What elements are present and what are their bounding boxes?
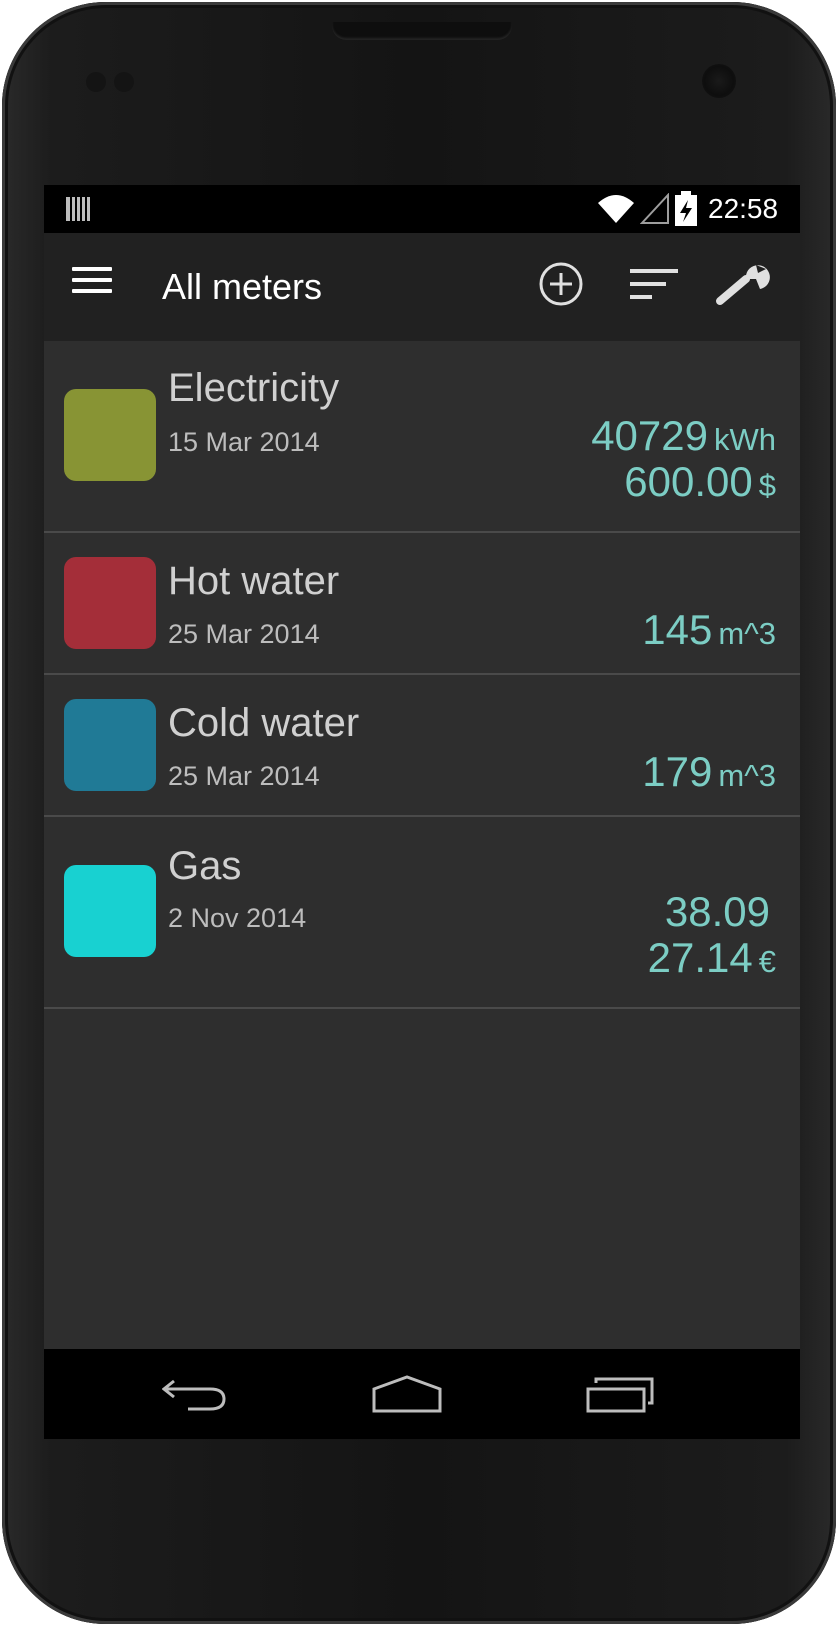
action-bar: All meters — [44, 233, 800, 341]
meter-color-swatch — [64, 699, 156, 791]
cost-value: 27.14 — [647, 934, 753, 981]
page-title: All meters — [162, 266, 323, 307]
reading-value: 145 — [642, 606, 713, 653]
sort-icon[interactable] — [628, 265, 680, 305]
meter-date: 25 Mar 2014 — [168, 761, 320, 791]
reading-unit: m^3 — [718, 758, 776, 793]
meter-color-swatch — [64, 389, 156, 481]
earpiece-speaker — [332, 22, 512, 40]
cost-unit: $ — [758, 468, 776, 503]
meter-date: 25 Mar 2014 — [168, 619, 320, 649]
meter-row-cold-water[interactable]: Cold water 25 Mar 2014 179 m^3 — [44, 675, 800, 817]
meter-list: Electricity 15 Mar 2014 40729 kWh 600.00 $… — [44, 341, 800, 1009]
meter-reading: 40729 kWh — [591, 413, 776, 463]
meter-date: 2 Nov 2014 — [168, 903, 307, 933]
signal-icon — [640, 193, 669, 224]
cost-value: 600.00 — [624, 458, 753, 505]
home-icon[interactable] — [371, 1373, 443, 1415]
meter-row-gas[interactable]: Gas 2 Nov 2014 38.09 27.14 € — [44, 817, 800, 1009]
clock: 22:58 — [708, 193, 779, 224]
cost-unit: € — [758, 944, 776, 979]
meter-color-swatch — [64, 557, 156, 649]
meter-cost: 600.00 $ — [624, 459, 776, 509]
reading-unit: m^3 — [718, 616, 776, 651]
light-sensor — [114, 72, 134, 92]
meter-reading: 179 m^3 — [642, 749, 776, 799]
recent-apps-icon[interactable] — [586, 1375, 656, 1415]
status-bar: 22:58 — [44, 185, 800, 233]
screen: 22:58 All meters Electricity 15 Mar 2014… — [44, 185, 800, 1439]
meter-reading: 145 m^3 — [642, 607, 776, 657]
phone-frame: 22:58 All meters Electricity 15 Mar 2014… — [2, 2, 836, 1624]
meter-row-hot-water[interactable]: Hot water 25 Mar 2014 145 m^3 — [44, 533, 800, 675]
meter-color-swatch — [64, 865, 156, 957]
meter-name: Hot water — [168, 559, 340, 603]
back-icon[interactable] — [162, 1375, 228, 1415]
reading-value: 38.09 — [664, 888, 770, 935]
notification-icon — [66, 197, 90, 221]
menu-icon[interactable] — [72, 267, 116, 307]
reading-value: 40729 — [591, 412, 708, 459]
meter-name: Cold water — [168, 701, 360, 745]
meter-cost: 27.14 € — [648, 935, 776, 985]
proximity-sensor — [86, 72, 106, 92]
meter-name: Gas — [168, 844, 242, 888]
navigation-bar — [44, 1349, 800, 1439]
wrench-icon[interactable] — [716, 261, 770, 307]
meter-reading: 38.09 — [665, 889, 770, 935]
meter-name: Electricity — [168, 366, 340, 410]
add-circle-icon[interactable] — [538, 261, 584, 307]
battery-charging-icon — [675, 191, 697, 226]
meter-date: 15 Mar 2014 — [168, 427, 320, 457]
reading-value: 179 — [642, 748, 713, 795]
front-camera — [702, 64, 736, 98]
meter-row-electricity[interactable]: Electricity 15 Mar 2014 40729 kWh 600.00 $ — [44, 341, 800, 533]
reading-unit: kWh — [714, 422, 776, 457]
wifi-icon — [598, 195, 634, 223]
